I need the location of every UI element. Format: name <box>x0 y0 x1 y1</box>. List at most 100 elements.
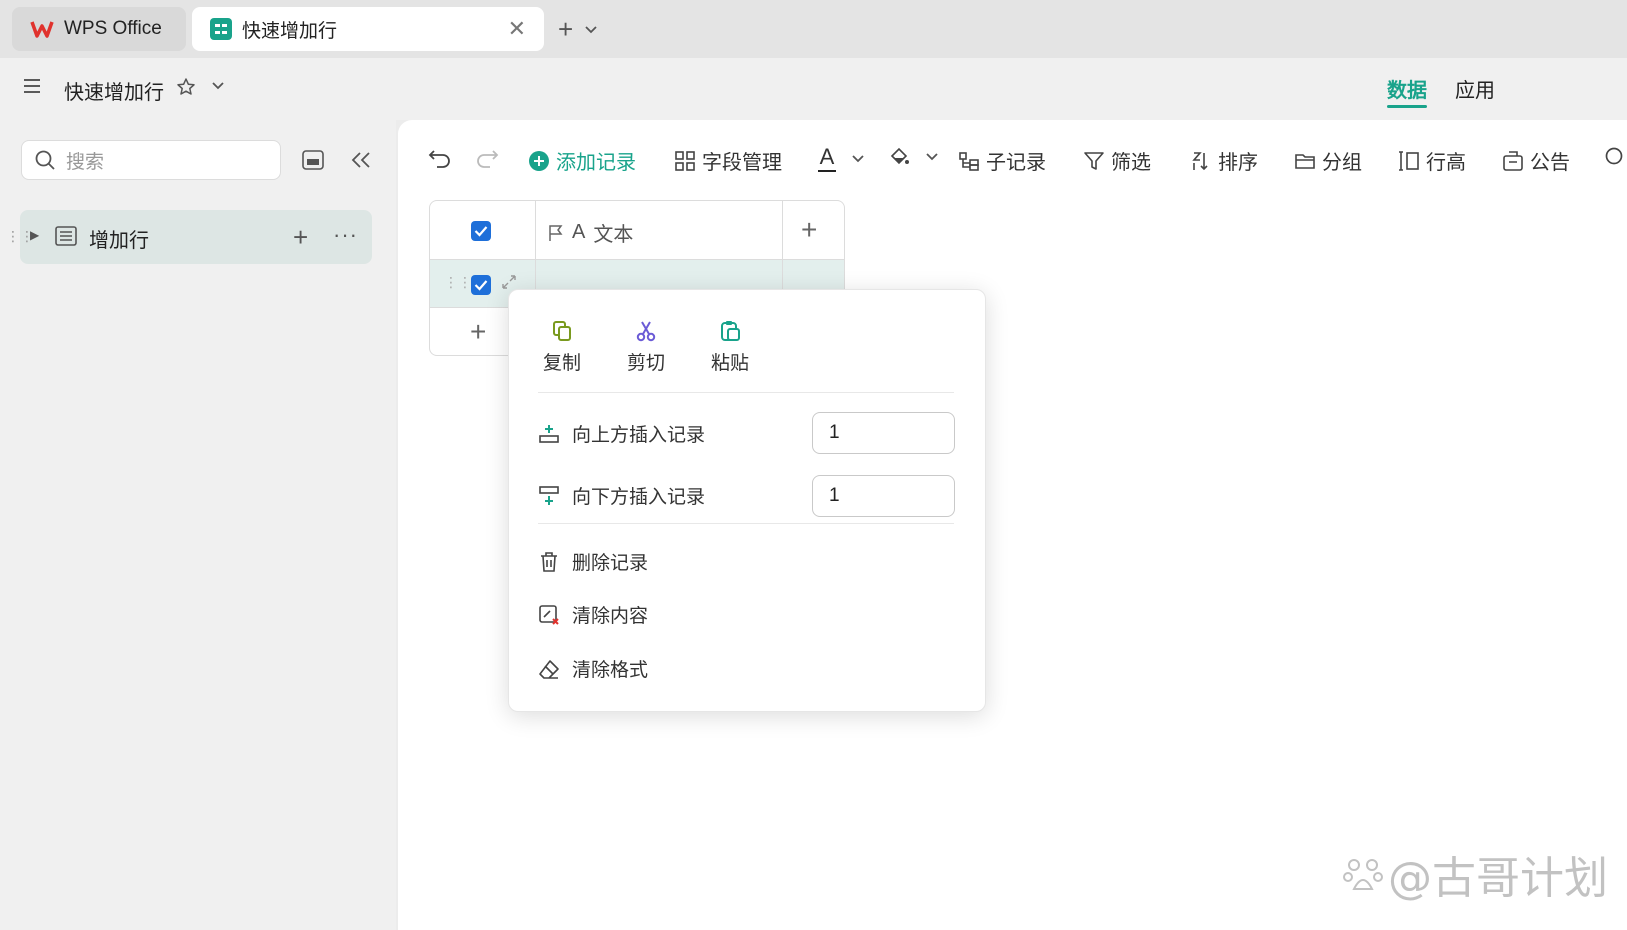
clear-format-label: 清除格式 <box>572 660 649 681</box>
redo-button[interactable] <box>475 146 499 168</box>
field-manage-label: 字段管理 <box>702 152 782 174</box>
search-records-button[interactable] <box>1604 146 1626 168</box>
more-icon[interactable]: ··· <box>333 222 358 248</box>
scissors-icon <box>636 321 656 342</box>
panel-toggle-icon[interactable] <box>302 150 324 170</box>
row-height-icon <box>1399 150 1419 171</box>
add-icon[interactable]: + <box>293 222 308 253</box>
clear-content-icon <box>539 604 559 625</box>
menu-divider <box>538 392 954 393</box>
select-all-checkbox[interactable] <box>471 221 491 241</box>
close-tab-icon[interactable]: ✕ <box>508 16 526 42</box>
tab-document-label: 快速增加行 <box>242 20 338 42</box>
title-row <box>0 58 1627 120</box>
active-tab-indicator <box>1387 105 1427 108</box>
notice-button[interactable]: 公告 <box>1502 146 1570 175</box>
new-tab-plus-icon[interactable]: + <box>558 14 573 45</box>
paste-button[interactable]: 粘贴 <box>711 320 749 375</box>
add-record-label: 添加记录 <box>556 152 636 174</box>
clear-content-label: 清除内容 <box>572 606 649 627</box>
insert-below-label: 向下方插入记录 <box>572 487 706 508</box>
menu-divider <box>538 523 954 524</box>
document-title: 快速增加行 <box>64 82 164 104</box>
table-app-icon <box>210 18 232 40</box>
row-height-button[interactable]: 行高 <box>1398 146 1466 175</box>
expand-row-icon[interactable] <box>501 274 517 290</box>
insert-above-count-input[interactable] <box>812 412 955 454</box>
undo-button[interactable] <box>428 146 452 168</box>
collapse-sidebar-icon[interactable] <box>350 150 372 170</box>
eraser-icon <box>539 659 559 679</box>
insert-above-icon <box>539 424 559 443</box>
column-type-glyph: A <box>572 221 586 243</box>
clear-content-menu-item[interactable]: 清除内容 <box>538 601 648 628</box>
field-manage-button[interactable]: 字段管理 <box>674 146 782 175</box>
insert-above-menu-item[interactable]: 向上方插入记录 <box>538 420 705 447</box>
insert-above-label: 向上方插入记录 <box>572 425 706 446</box>
column-header-text[interactable]: A 文本 <box>548 218 633 247</box>
copy-icon <box>553 321 571 341</box>
grid-icon <box>675 150 695 171</box>
add-row-icon[interactable]: + <box>470 316 486 348</box>
watermark-text: @古哥计划 <box>1388 853 1608 904</box>
filter-icon <box>1084 151 1104 170</box>
notice-icon <box>1503 150 1523 171</box>
cut-button[interactable]: 剪切 <box>627 320 665 375</box>
add-record-button[interactable]: 添加记录 <box>528 146 636 175</box>
search-box[interactable]: 搜索 <box>21 140 281 180</box>
paste-icon <box>721 321 740 341</box>
insert-below-menu-item[interactable]: 向下方插入记录 <box>538 482 705 509</box>
font-color-icon: A <box>818 146 836 172</box>
tab-app[interactable]: 应用 <box>1455 74 1495 103</box>
sort-icon <box>1192 151 1208 170</box>
delete-record-menu-item[interactable]: 删除记录 <box>538 548 648 575</box>
tab-data[interactable]: 数据 <box>1387 74 1427 103</box>
cut-label: 剪切 <box>627 353 666 374</box>
wps-logo-icon <box>30 19 54 39</box>
row-drag-handle-icon[interactable]: ⋮⋮ <box>444 274 472 291</box>
expand-arrow-icon[interactable]: ▶ <box>30 228 39 242</box>
tab-wps-label: WPS Office <box>64 18 162 39</box>
copy-label: 复制 <box>543 353 582 374</box>
watermark: @古哥计划 <box>1342 842 1608 906</box>
row-checkbox[interactable] <box>471 275 491 295</box>
star-icon[interactable] <box>176 77 196 97</box>
notice-label: 公告 <box>1530 152 1570 174</box>
add-column-icon[interactable]: + <box>801 214 817 246</box>
chevron-down-icon <box>926 153 938 161</box>
search-icon <box>34 149 56 171</box>
sub-record-icon <box>959 151 979 171</box>
row-height-label: 行高 <box>1426 152 1466 174</box>
trash-icon <box>541 551 557 572</box>
redo-icon <box>477 150 499 168</box>
chevron-down-icon[interactable] <box>585 25 597 34</box>
sub-record-button[interactable]: 子记录 <box>958 146 1046 175</box>
font-color-button[interactable]: A <box>818 146 864 172</box>
fill-color-button[interactable] <box>888 146 938 168</box>
paint-bucket-icon <box>890 147 909 165</box>
new-tab-group: + <box>558 14 597 45</box>
hamburger-menu-icon[interactable] <box>22 76 42 96</box>
flag-icon <box>549 224 563 241</box>
sort-button[interactable]: 排序 <box>1190 146 1258 175</box>
clear-format-menu-item[interactable]: 清除格式 <box>538 655 648 682</box>
filter-label: 筛选 <box>1111 152 1151 174</box>
tab-wps-office[interactable]: WPS Office <box>12 7 186 51</box>
filter-button[interactable]: 筛选 <box>1083 146 1151 175</box>
insert-below-count-input[interactable] <box>812 475 955 517</box>
sort-label: 排序 <box>1218 152 1258 174</box>
chevron-down-icon[interactable] <box>212 82 224 90</box>
insert-below-icon <box>539 485 559 505</box>
group-label: 分组 <box>1322 152 1362 174</box>
column-header-label: 文本 <box>593 224 634 246</box>
chevron-down-icon <box>852 155 864 163</box>
paste-label: 粘贴 <box>711 353 750 374</box>
tab-document[interactable]: 快速增加行 ✕ <box>192 7 544 51</box>
search-icon <box>1605 147 1623 165</box>
paw-icon <box>1343 859 1383 890</box>
undo-icon <box>428 150 450 168</box>
sub-record-label: 子记录 <box>986 152 1046 174</box>
sidebar-item-label: 增加行 <box>89 230 149 252</box>
copy-button[interactable]: 复制 <box>543 320 581 375</box>
group-button[interactable]: 分组 <box>1294 146 1362 175</box>
